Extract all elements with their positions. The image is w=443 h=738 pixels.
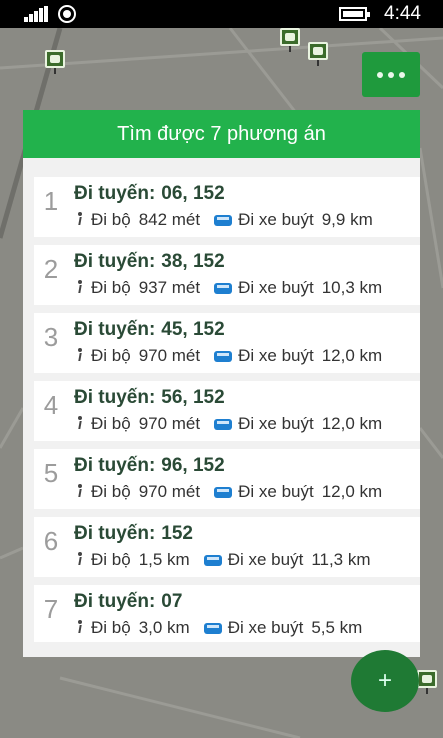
- walk-icon: [74, 484, 86, 500]
- route-detail: Đi bộ 970 mét Đi xe buýt 12,0 km: [74, 346, 382, 366]
- bus-distance: 12,0 km: [321, 414, 383, 433]
- result-list[interactable]: 1 Đi tuyến: 06, 152 Đi bộ 842 mét Đi xe bu…: [34, 177, 420, 642]
- bus-distance: 12,0 km: [321, 482, 383, 501]
- results-dialog: Tìm được 7 phương án 1 Đi tuyến: 06, 152 …: [23, 110, 420, 657]
- status-bar: 4:44: [0, 0, 443, 28]
- bus-stop-icon[interactable]: [280, 28, 300, 52]
- more-button[interactable]: [362, 52, 420, 97]
- result-item[interactable]: 2 Đi tuyến: 38, 152 Đi bộ 937 mét Đi xe bu…: [34, 245, 420, 305]
- result-item[interactable]: 6 Đi tuyến: 152 Đi bộ 1,5 km Đi xe buýt 11,…: [34, 517, 420, 577]
- result-index: 4: [43, 390, 59, 420]
- signal-icon: [24, 6, 50, 22]
- route-title: Đi tuyến: 56, 152: [74, 387, 225, 408]
- route-numbers: 45, 152: [161, 319, 225, 340]
- wifi-icon: [58, 5, 76, 23]
- walk-distance: 937 mét: [138, 278, 201, 297]
- add-button[interactable]: +: [351, 650, 419, 712]
- bus-distance: 12,0 km: [321, 346, 383, 365]
- more-icon: [377, 71, 383, 78]
- route-title: Đi tuyến: 45, 152: [74, 319, 225, 340]
- bus-icon: [214, 214, 233, 226]
- route-title: Đi tuyến: 152: [74, 523, 193, 544]
- result-item[interactable]: 4 Đi tuyến: 56, 152 Đi bộ 970 mét Đi xe bu…: [34, 381, 420, 441]
- result-index: 2: [43, 254, 59, 284]
- result-item[interactable]: 1 Đi tuyến: 06, 152 Đi bộ 842 mét Đi xe bu…: [34, 177, 420, 237]
- route-numbers: 96, 152: [161, 455, 225, 476]
- result-index: 5: [43, 458, 59, 488]
- bus-icon: [214, 350, 233, 362]
- route-detail: Đi bộ 3,0 km Đi xe buýt 5,5 km: [74, 618, 362, 638]
- route-numbers: 56, 152: [161, 387, 225, 408]
- bus-distance: 5,5 km: [311, 618, 363, 637]
- walk-distance: 842 mét: [138, 210, 201, 229]
- bus-stop-icon[interactable]: [45, 50, 65, 74]
- result-index: 1: [43, 186, 59, 216]
- bus-distance: 10,3 km: [321, 278, 383, 297]
- route-detail: Đi bộ 1,5 km Đi xe buýt 11,3 km: [74, 550, 371, 570]
- route-numbers: 07: [161, 591, 183, 612]
- bus-icon: [214, 418, 233, 430]
- result-item[interactable]: 5 Đi tuyến: 96, 152 Đi bộ 970 mét Đi xe bu…: [34, 449, 420, 509]
- route-detail: Đi bộ 970 mét Đi xe buýt 12,0 km: [74, 414, 382, 434]
- walk-icon: [74, 416, 86, 432]
- walk-distance: 1,5 km: [138, 550, 190, 569]
- route-detail: Đi bộ 937 mét Đi xe buýt 10,3 km: [74, 278, 382, 298]
- result-index: 3: [43, 322, 59, 352]
- route-numbers: 152: [161, 523, 193, 544]
- route-detail: Đi bộ 842 mét Đi xe buýt 9,9 km: [74, 210, 373, 230]
- route-numbers: 06, 152: [161, 183, 225, 204]
- bus-stop-icon[interactable]: [308, 42, 328, 66]
- result-index: 6: [43, 526, 59, 556]
- dialog-title: Tìm được 7 phương án: [117, 122, 326, 145]
- walk-icon: [74, 212, 86, 228]
- bus-icon: [203, 554, 222, 566]
- route-detail: Đi bộ 970 mét Đi xe buýt 12,0 km: [74, 482, 382, 502]
- bus-icon: [214, 282, 233, 294]
- bus-distance: 9,9 km: [321, 210, 373, 229]
- route-numbers: 38, 152: [161, 251, 225, 272]
- route-title: Đi tuyến: 96, 152: [74, 455, 225, 476]
- walk-icon: [74, 280, 86, 296]
- battery-icon: [339, 7, 370, 21]
- bus-distance: 11,3 km: [311, 550, 371, 569]
- bus-icon: [214, 486, 233, 498]
- walk-icon: [74, 620, 86, 636]
- add-icon: +: [377, 667, 392, 694]
- walk-distance: 970 mét: [138, 482, 201, 501]
- bus-stop-icon[interactable]: [417, 670, 437, 694]
- bus-icon: [203, 622, 222, 634]
- walk-distance: 3,0 km: [138, 618, 190, 637]
- walk-distance: 970 mét: [138, 414, 201, 433]
- result-item[interactable]: 3 Đi tuyến: 45, 152 Đi bộ 970 mét Đi xe bu…: [34, 313, 420, 373]
- route-title: Đi tuyến: 06, 152: [74, 183, 225, 204]
- walk-icon: [74, 348, 86, 364]
- walk-icon: [74, 552, 86, 568]
- route-title: Đi tuyến: 38, 152: [74, 251, 225, 272]
- dialog-header: Tìm được 7 phương án: [23, 110, 420, 158]
- result-index: 7: [43, 594, 59, 624]
- result-item[interactable]: 7 Đi tuyến: 07 Đi bộ 3,0 km Đi xe buýt 5,5 …: [34, 585, 420, 642]
- walk-distance: 970 mét: [138, 346, 201, 365]
- route-title: Đi tuyến: 07: [74, 591, 183, 612]
- clock: 4:44: [384, 3, 421, 24]
